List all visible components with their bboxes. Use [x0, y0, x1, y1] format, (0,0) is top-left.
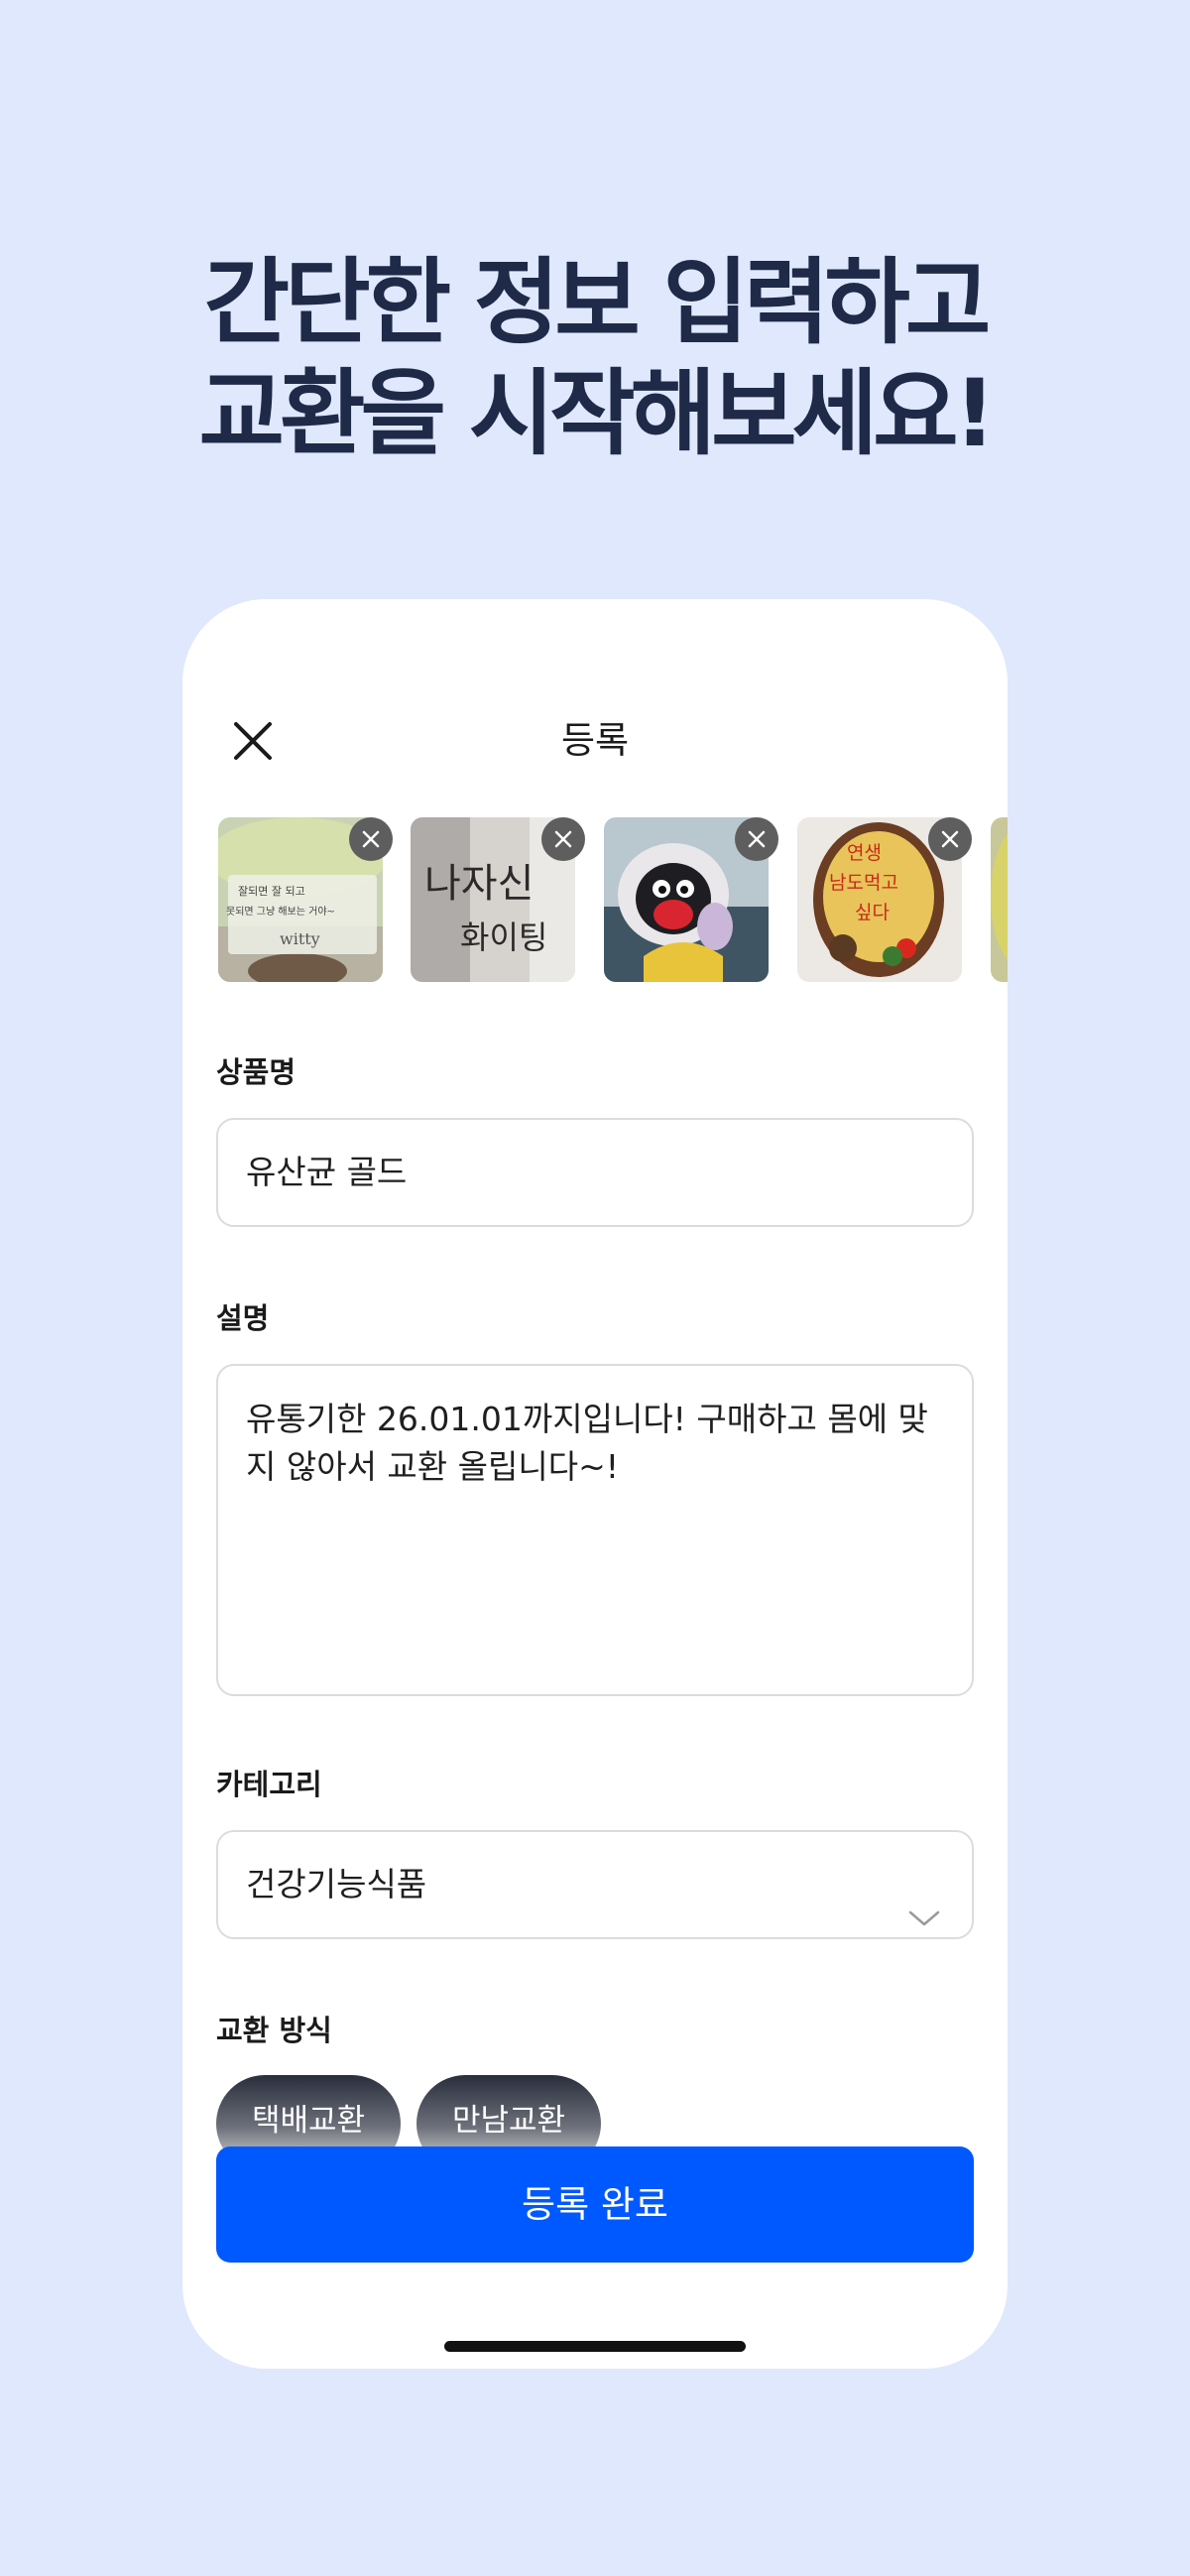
description-field[interactable]: 유통기한 26.01.01까지입니다! 구매하고 몸에 맞지 않아서 교환 올립… — [216, 1364, 974, 1696]
photo-1-brand: witty — [280, 929, 320, 948]
headline-line-1: 간단한 정보 입력하고 — [203, 249, 992, 357]
category-value: 건강기능식품 — [246, 1865, 427, 1903]
photo-4-text-bottom: 싶다 — [855, 902, 890, 923]
category-select[interactable]: 건강기능식품 — [216, 1830, 974, 1939]
photo-4-text-mid: 남도먹고 — [829, 872, 898, 894]
remove-photo-icon[interactable] — [735, 817, 778, 861]
submit-button[interactable]: 등록 완료 — [216, 2147, 974, 2263]
photo-4-text-top: 연생 — [847, 842, 882, 864]
exchange-method-label: 교환 방식 — [216, 2014, 332, 2047]
headline: 간단한 정보 입력하고 교환을 시작해보세요! — [0, 248, 1190, 470]
category-label: 카테고리 — [216, 1768, 322, 1801]
photo-1-text-mid: 못되면 그냥 해보는 거야~ — [226, 905, 335, 918]
chevron-down-icon — [906, 1870, 942, 1926]
remove-photo-icon[interactable] — [349, 817, 393, 861]
photo-thumbnail[interactable] — [991, 817, 1008, 982]
photo-1-text-top: 잘되면 잘 되고 — [238, 885, 305, 898]
description-label: 설명 — [216, 1301, 270, 1335]
home-indicator — [444, 2341, 746, 2352]
photo-2-text-top: 나자신 — [424, 861, 534, 907]
headline-line-2: 교환을 시작해보세요! — [198, 360, 997, 468]
phone-screen: 등록 잘되면 잘 되고 못되면 그냥 해보는 거야~ witty 나자신 화이팅… — [182, 599, 1008, 2369]
screen-title: 등록 — [560, 719, 630, 762]
remove-photo-icon[interactable] — [928, 817, 972, 861]
remove-photo-icon[interactable] — [541, 817, 585, 861]
product-name-label: 상품명 — [216, 1055, 297, 1089]
photo-strip[interactable]: 잘되면 잘 되고 못되면 그냥 해보는 거야~ witty 나자신 화이팅 연생… — [218, 817, 1008, 1006]
product-name-field[interactable]: 유산균 골드 — [216, 1118, 974, 1227]
photo-2-text-bottom: 화이팅 — [460, 919, 547, 956]
